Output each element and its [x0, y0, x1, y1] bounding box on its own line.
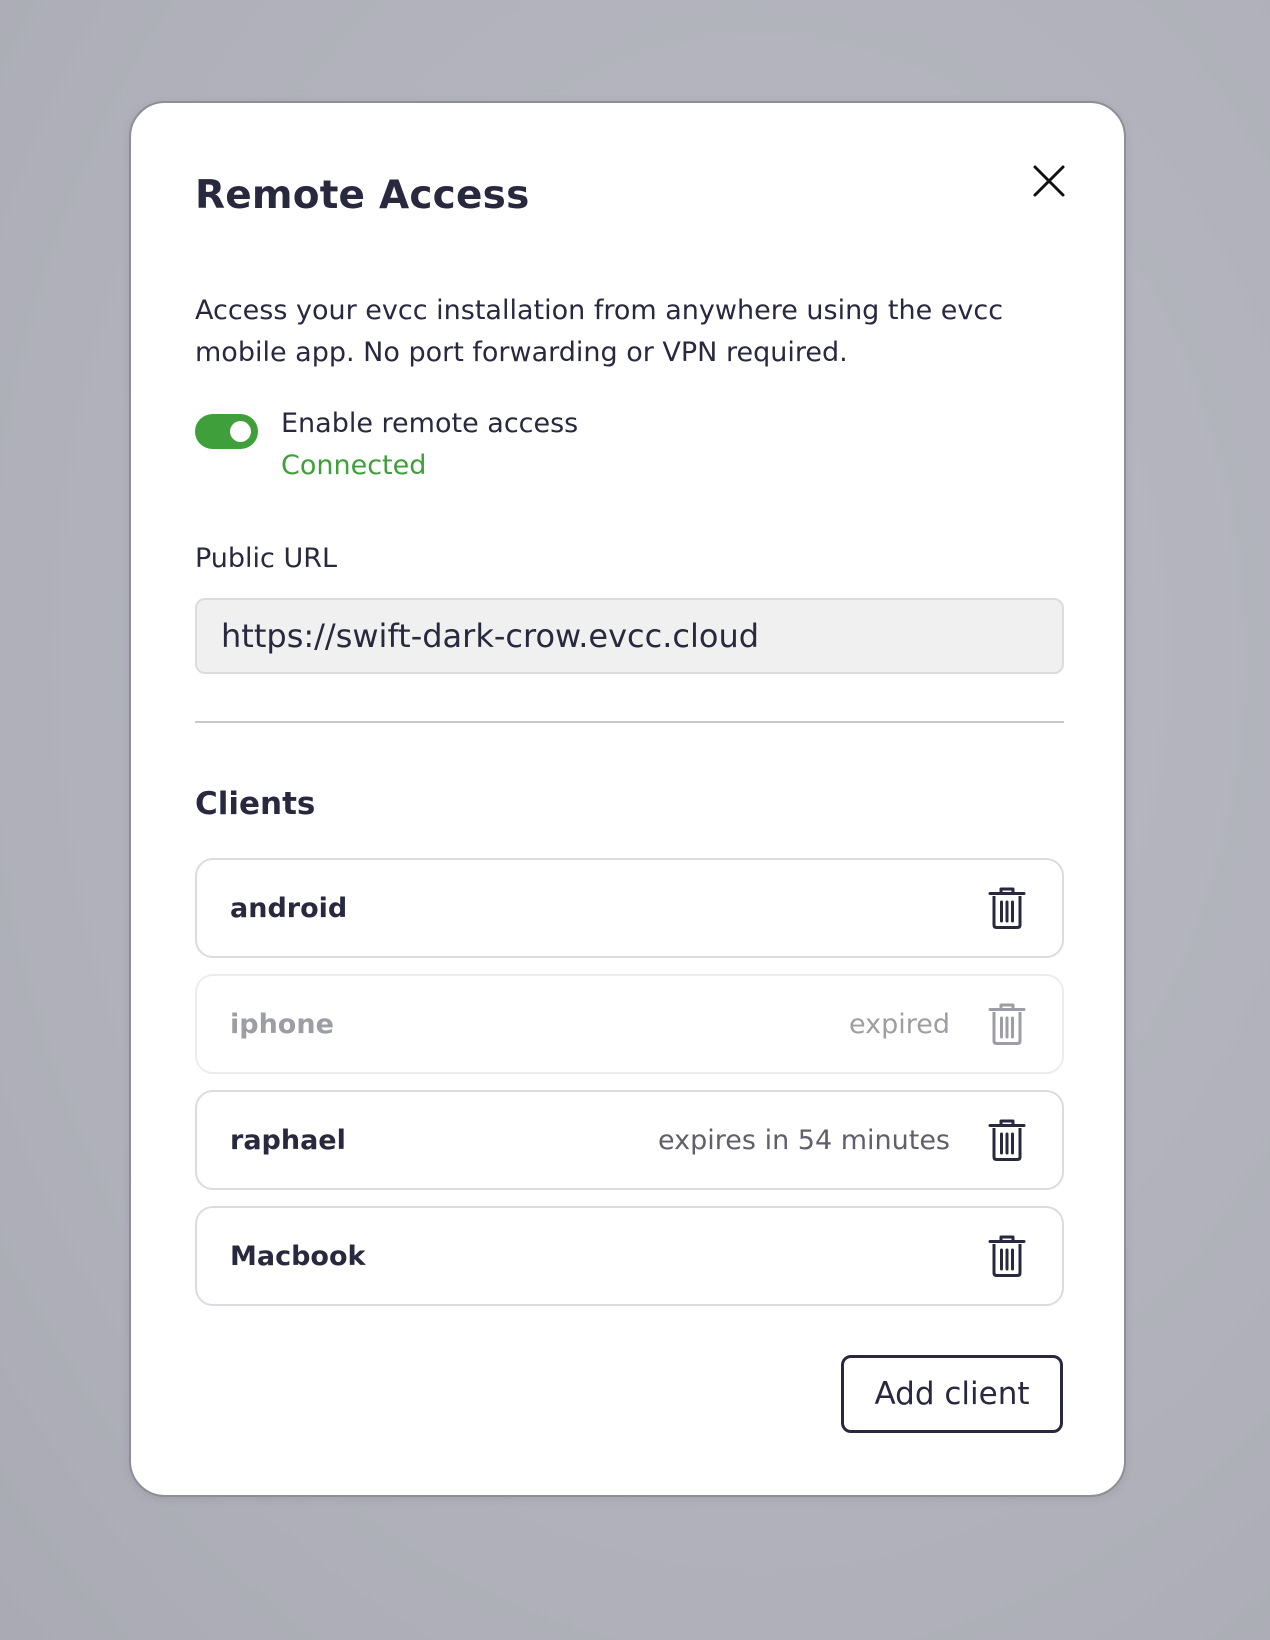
client-row: Macbook [195, 1206, 1064, 1306]
client-row: iphone expired [195, 974, 1064, 1074]
delete-client-button[interactable] [988, 1235, 1026, 1277]
public-url-field[interactable] [195, 598, 1064, 674]
delete-client-button[interactable] [988, 1119, 1026, 1161]
trash-icon [988, 1003, 1026, 1045]
section-divider [195, 721, 1064, 723]
remote-access-dialog: Remote Access Access your evcc installat… [129, 101, 1126, 1497]
client-row: android [195, 858, 1064, 958]
modal-description: Access your evcc installation from anywh… [195, 295, 1004, 368]
client-list: android iphone expired raphael expires i… [195, 858, 1064, 1322]
delete-client-button[interactable] [988, 887, 1026, 929]
add-client-button[interactable]: Add client [841, 1355, 1063, 1433]
delete-client-button[interactable] [988, 1003, 1026, 1045]
client-expiry: expires in 54 minutes [658, 1124, 950, 1156]
trash-icon [988, 1235, 1026, 1277]
trash-icon [988, 887, 1026, 929]
client-name: Macbook [230, 1240, 366, 1272]
close-button[interactable] [1031, 163, 1067, 199]
clients-heading: Clients [195, 786, 316, 822]
client-row: raphael expires in 54 minutes [195, 1090, 1064, 1190]
close-icon [1033, 165, 1065, 197]
connection-status: Connected [281, 450, 427, 481]
client-name: android [230, 892, 348, 924]
modal-title: Remote Access [195, 173, 530, 218]
client-name: iphone [230, 1008, 334, 1040]
toggle-label[interactable]: Enable remote access [281, 408, 578, 439]
toggle-knob [230, 421, 251, 442]
client-expiry: expired [848, 1008, 950, 1040]
public-url-label: Public URL [195, 543, 338, 574]
client-name: raphael [230, 1124, 346, 1156]
remote-access-toggle[interactable] [195, 414, 258, 449]
trash-icon [988, 1119, 1026, 1161]
